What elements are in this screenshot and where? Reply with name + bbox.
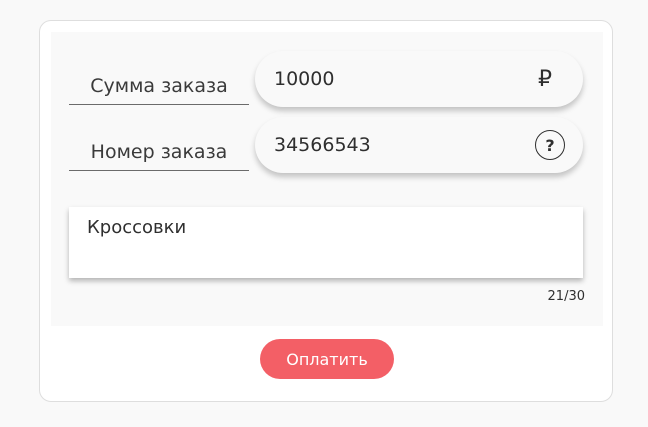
amount-label: Сумма заказа	[69, 68, 249, 105]
help-icon[interactable]: ?	[535, 130, 565, 160]
amount-field-wrapper: ₽	[255, 51, 583, 107]
pay-button[interactable]: Оплатить	[260, 339, 394, 379]
description-textarea[interactable]: Кроссовки	[87, 217, 565, 268]
order-number-label: Номер заказа	[69, 134, 249, 171]
order-form: Сумма заказа ₽ Номер заказа ? Кроссовки …	[51, 32, 603, 326]
description-field-wrapper: Кроссовки	[69, 207, 583, 278]
amount-input[interactable]	[274, 68, 533, 90]
order-number-field-wrapper: ?	[255, 117, 583, 173]
order-number-input[interactable]	[274, 134, 535, 156]
character-counter: 21/30	[547, 289, 585, 304]
payment-card: Сумма заказа ₽ Номер заказа ? Кроссовки …	[39, 20, 613, 402]
ruble-icon: ₽	[538, 66, 552, 92]
